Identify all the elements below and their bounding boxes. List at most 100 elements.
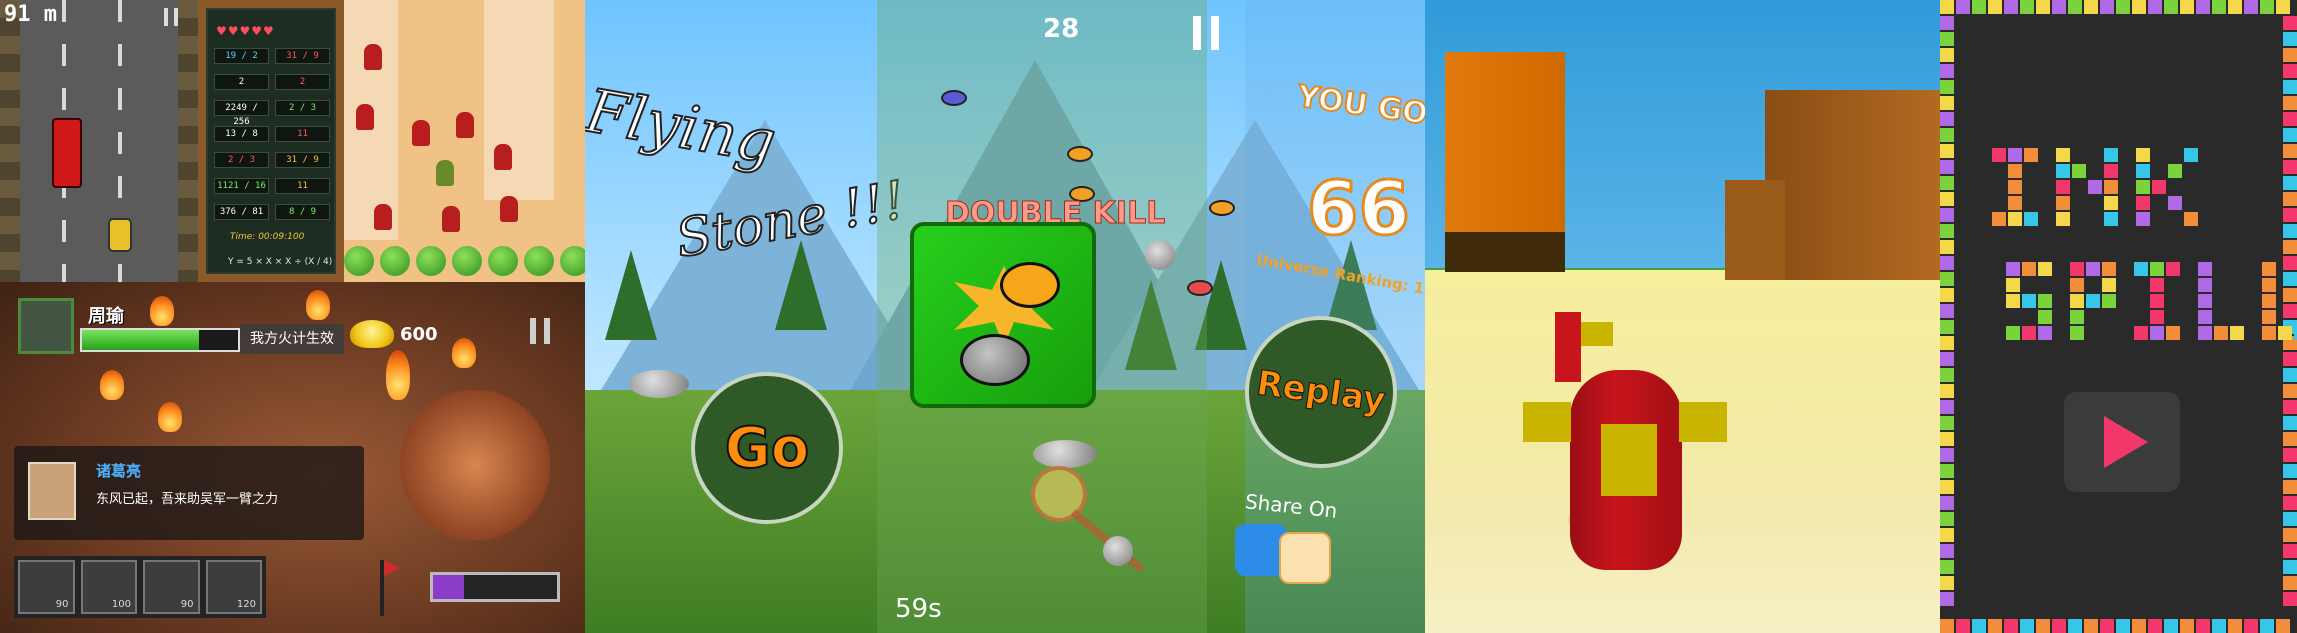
- board-cell[interactable]: 2 / 3: [214, 152, 269, 168]
- title-pixel: [2278, 326, 2292, 340]
- title-pixel: [2198, 326, 2212, 340]
- bush: [560, 246, 585, 276]
- title-pixel: [2134, 262, 2148, 276]
- title-pixel: [2198, 262, 2212, 276]
- title-pixel: [2008, 164, 2022, 178]
- skill-cost: 100: [111, 599, 131, 610]
- title-pixel: [2104, 212, 2118, 226]
- fire-effect: [150, 296, 174, 326]
- confetti-square: [2148, 619, 2162, 633]
- board-cell[interactable]: 31 / 9: [275, 152, 330, 168]
- title-pixel: [2166, 262, 2180, 276]
- pause-icon[interactable]: [1193, 16, 1219, 50]
- final-score: 66: [1306, 165, 1412, 254]
- fire-effect: [386, 350, 410, 400]
- board-cell[interactable]: 2: [275, 74, 330, 90]
- title-pixel: [2038, 294, 2052, 308]
- lives-hearts: ♥♥♥♥♥: [216, 24, 275, 38]
- confetti-square: [1940, 448, 1954, 462]
- confetti-square: [2132, 0, 2146, 14]
- gold-ingot-icon: [350, 320, 394, 348]
- title-pixel: [2262, 262, 2276, 276]
- board-cell[interactable]: 2 / 3: [275, 100, 330, 116]
- confetti-square: [2068, 0, 2082, 14]
- skill-slot[interactable]: 100: [80, 560, 137, 614]
- title-pixel: [2104, 148, 2118, 162]
- skill-slot[interactable]: 120: [205, 560, 262, 614]
- title-pixel: [2056, 196, 2070, 210]
- confetti-square: [1940, 48, 1954, 62]
- confetti-square: [1972, 0, 1986, 14]
- dialog-box[interactable]: 诸葛亮 东风已起，吾来助吴军一臂之力: [14, 446, 364, 540]
- red-truck: [52, 118, 82, 188]
- confetti-square: [2283, 576, 2297, 590]
- title-pixel: [2102, 262, 2116, 276]
- confetti-square: [2116, 0, 2130, 14]
- title-pixel: [2086, 262, 2100, 276]
- confetti-square: [2084, 619, 2098, 633]
- confetti-square: [1940, 352, 1954, 366]
- confetti-square: [1940, 416, 1954, 430]
- confetti-square: [2004, 619, 2018, 633]
- bush: [416, 246, 446, 276]
- skill-slot[interactable]: 90: [18, 560, 75, 614]
- skill-cost: 90: [180, 599, 194, 610]
- ammo-stone[interactable]: [1103, 536, 1133, 566]
- confetti-square: [2283, 128, 2297, 142]
- bird-enemy: [1209, 200, 1235, 216]
- confetti-square: [2260, 0, 2274, 14]
- troop-cluster: [400, 390, 550, 540]
- dialog-text: 东风已起，吾来助吴军一臂之力: [96, 492, 279, 507]
- board-cell[interactable]: 2249 / 256: [214, 100, 269, 127]
- title-pixel: [2136, 196, 2150, 210]
- stone-icon: [960, 334, 1030, 386]
- title-pixel: [2136, 212, 2150, 226]
- bird-enemy: [1187, 280, 1213, 296]
- confetti-square: [1956, 0, 1970, 14]
- rock: [1033, 440, 1097, 468]
- bush: [344, 246, 374, 276]
- fire-effect: [158, 402, 182, 432]
- skill-slot[interactable]: 90: [143, 560, 200, 614]
- board-cell[interactable]: 31 / 9: [275, 48, 330, 64]
- title-pixel: [2024, 212, 2038, 226]
- board-cell[interactable]: 19 / 2: [214, 48, 269, 64]
- confetti-square: [2283, 464, 2297, 478]
- play-button[interactable]: [2064, 392, 2180, 492]
- confetti-square: [2068, 619, 2082, 633]
- app-icon: [910, 222, 1096, 408]
- speaker-portrait: [28, 462, 76, 520]
- confetti-square: [1940, 288, 1954, 302]
- title-pixel: [2150, 278, 2164, 292]
- confetti-square: [2196, 0, 2210, 14]
- speaker-name: 诸葛亮: [96, 462, 142, 480]
- confetti-square: [2164, 0, 2178, 14]
- battle-pause-icon[interactable]: [530, 318, 550, 344]
- tower-unit[interactable]: [436, 160, 454, 186]
- weibo-icon[interactable]: [1279, 532, 1331, 584]
- board-cell[interactable]: 8 / 9: [275, 204, 330, 220]
- board-cell[interactable]: 376 / 81: [214, 204, 269, 220]
- title-pixel: [2088, 180, 2102, 194]
- board-cell[interactable]: 11: [275, 178, 330, 194]
- hero-portrait[interactable]: [18, 298, 74, 354]
- go-button[interactable]: Go: [691, 372, 843, 524]
- confetti-square: [2036, 619, 2050, 633]
- title-pixel: [1992, 148, 2006, 162]
- confetti-square: [1940, 592, 1954, 606]
- confetti-square: [2196, 619, 2210, 633]
- board-cell[interactable]: 11: [275, 126, 330, 142]
- board-cell[interactable]: 13 / 8: [214, 126, 269, 142]
- enemy-soldier: [500, 196, 518, 222]
- confetti-square: [2283, 448, 2297, 462]
- board-cell[interactable]: 1121 / 16: [214, 178, 269, 194]
- fire-effect: [306, 290, 330, 320]
- board-cell[interactable]: 2: [214, 74, 269, 90]
- confetti-square: [2180, 0, 2194, 14]
- hydrant-arm: [1679, 402, 1727, 442]
- confetti-square: [2180, 619, 2194, 633]
- confetti-square: [2276, 619, 2290, 633]
- runner-pause-icon[interactable]: [164, 8, 178, 26]
- hydrant-arm: [1523, 402, 1571, 442]
- hydrant-valve-stem: [1555, 312, 1581, 382]
